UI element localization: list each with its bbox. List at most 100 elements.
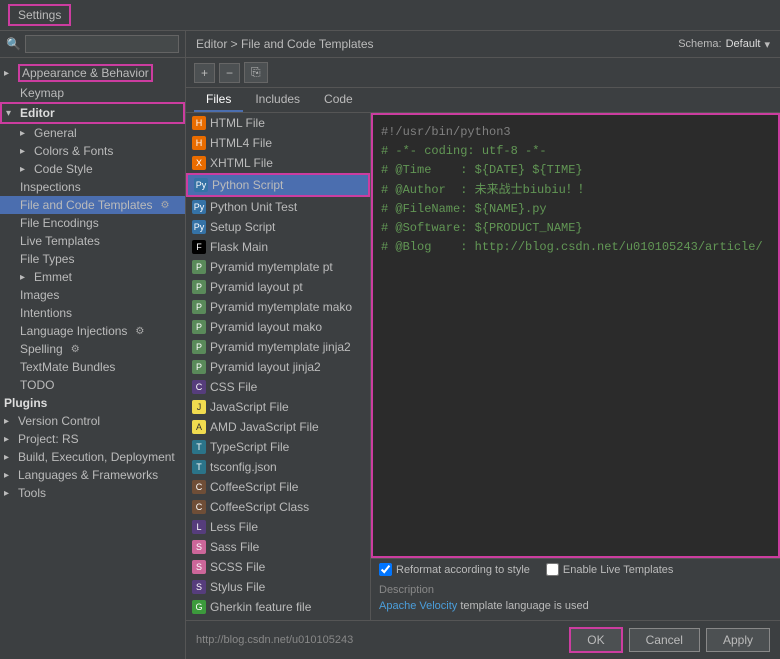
file-item-label: TypeScript File bbox=[210, 440, 289, 454]
file-list-item[interactable]: PyPython Unit Test bbox=[186, 197, 370, 217]
arrow-icon: ▸ bbox=[20, 272, 30, 283]
file-item-label: Pyramid layout jinja2 bbox=[210, 360, 321, 374]
sidebar-item-version-control[interactable]: ▸ Version Control bbox=[0, 412, 185, 430]
sidebar-item-label: Plugins bbox=[4, 396, 47, 410]
file-list-item[interactable]: FFlask Main bbox=[186, 237, 370, 257]
sidebar-item-label: Inspections bbox=[20, 180, 81, 194]
sidebar: 🔍 ▸ Appearance & Behavior Keymap ▾ Edito… bbox=[0, 31, 186, 659]
copy-template-button[interactable]: ⎘ bbox=[244, 62, 268, 83]
arrow-icon: ▸ bbox=[20, 146, 30, 157]
two-panel: HHTML FileHHTML4 FileXXHTML FilePyPython… bbox=[186, 113, 780, 620]
sidebar-item-spelling[interactable]: Spelling ⚙ bbox=[0, 340, 185, 358]
file-list-item[interactable]: PySetup Script bbox=[186, 217, 370, 237]
sidebar-item-language-injections[interactable]: Language Injections ⚙ bbox=[0, 322, 185, 340]
file-list-item[interactable]: SSass File bbox=[186, 537, 370, 557]
file-list-item[interactable]: CCSS File bbox=[186, 377, 370, 397]
file-list-item[interactable]: AAMD JavaScript File bbox=[186, 417, 370, 437]
code-editor[interactable]: #!/usr/bin/python3# -*- coding: utf-8 -*… bbox=[371, 113, 780, 558]
file-item-label: AMD JavaScript File bbox=[210, 420, 319, 434]
code-line: # -*- coding: utf-8 -*- bbox=[381, 142, 770, 161]
file-list-item[interactable]: PPyramid mytemplate jinja2 bbox=[186, 337, 370, 357]
sidebar-item-intentions[interactable]: Intentions bbox=[0, 304, 185, 322]
file-list-item[interactable]: P Pyramid layout jinja2 bbox=[186, 357, 370, 377]
sidebar-item-languages[interactable]: ▸ Languages & Frameworks bbox=[0, 466, 185, 484]
file-icon: C bbox=[192, 480, 206, 494]
cancel-button[interactable]: Cancel bbox=[629, 628, 700, 652]
file-list-item[interactable]: XXHTML File bbox=[186, 153, 370, 173]
file-list-item[interactable]: HHTML File bbox=[186, 113, 370, 133]
file-list-item[interactable]: Ttsconfig.json bbox=[186, 457, 370, 477]
sidebar-item-editor[interactable]: ▾ Editor bbox=[0, 102, 185, 124]
file-list-item[interactable]: PPyramid mytemplate mako bbox=[186, 297, 370, 317]
tab-includes[interactable]: Includes bbox=[243, 88, 312, 112]
sidebar-item-label: Build, Execution, Deployment bbox=[18, 450, 175, 464]
reformat-checkbox-label[interactable]: Reformat according to style bbox=[379, 563, 530, 576]
sidebar-item-tools[interactable]: ▸ Tools bbox=[0, 484, 185, 502]
sidebar-item-label: General bbox=[34, 126, 77, 140]
apache-velocity-link[interactable]: Apache Velocity bbox=[379, 600, 457, 612]
file-list-item[interactable]: JJavaScript File bbox=[186, 397, 370, 417]
file-item-label: CoffeeScript File bbox=[210, 480, 298, 494]
search-box: 🔍 bbox=[0, 31, 185, 58]
sidebar-item-code-style[interactable]: ▸ Code Style bbox=[0, 160, 185, 178]
file-list-item[interactable]: TTypeScript File bbox=[186, 437, 370, 457]
file-list-item[interactable]: GGherkin feature file bbox=[186, 597, 370, 617]
file-icon: S bbox=[192, 540, 206, 554]
enable-live-checkbox[interactable] bbox=[546, 563, 559, 576]
sidebar-item-emmet[interactable]: ▸ Emmet bbox=[0, 268, 185, 286]
file-icon: P bbox=[192, 320, 206, 334]
sidebar-item-general[interactable]: ▸ General bbox=[0, 124, 185, 142]
ok-button[interactable]: OK bbox=[569, 627, 622, 653]
file-item-label: CSS File bbox=[210, 380, 257, 394]
file-list-item[interactable]: SSCSS File bbox=[186, 557, 370, 577]
sidebar-item-file-encodings[interactable]: File Encodings bbox=[0, 214, 185, 232]
breadcrumb-text: Editor > File and Code Templates bbox=[196, 37, 374, 51]
schema-selector[interactable]: Schema: Default ▾ bbox=[678, 38, 770, 51]
sidebar-item-inspections[interactable]: Inspections bbox=[0, 178, 185, 196]
schema-dropdown-icon: ▾ bbox=[764, 38, 770, 51]
tabs-bar: Files Includes Code bbox=[186, 88, 780, 113]
file-list-item[interactable]: PyPython Script bbox=[186, 173, 370, 197]
arrow-icon: ▸ bbox=[4, 488, 14, 499]
add-template-button[interactable]: + bbox=[194, 63, 215, 83]
sidebar-item-live-templates[interactable]: Live Templates bbox=[0, 232, 185, 250]
file-icon: P bbox=[192, 360, 206, 374]
sidebar-item-label: Language Injections bbox=[20, 324, 127, 338]
file-icon: Py bbox=[194, 178, 208, 192]
tab-files[interactable]: Files bbox=[194, 88, 243, 112]
file-item-label: Setup Script bbox=[210, 220, 275, 234]
file-list-item[interactable]: CCoffeeScript Class bbox=[186, 497, 370, 517]
sidebar-item-file-types[interactable]: File Types bbox=[0, 250, 185, 268]
enable-live-checkbox-label[interactable]: Enable Live Templates bbox=[546, 563, 673, 576]
file-list-item[interactable]: PPyramid mytemplate pt bbox=[186, 257, 370, 277]
file-list-item[interactable]: LLess File bbox=[186, 517, 370, 537]
file-list-item[interactable]: PPyramid layout mako bbox=[186, 317, 370, 337]
sidebar-item-textmate[interactable]: TextMate Bundles bbox=[0, 358, 185, 376]
file-list-item[interactable]: C CoffeeScript File bbox=[186, 477, 370, 497]
remove-template-button[interactable]: − bbox=[219, 63, 240, 83]
file-list-item[interactable]: PPyramid layout pt bbox=[186, 277, 370, 297]
search-input[interactable] bbox=[25, 35, 179, 53]
content-header: Editor > File and Code Templates Schema:… bbox=[186, 31, 780, 58]
sidebar-item-project[interactable]: ▸ Project: RS bbox=[0, 430, 185, 448]
reformat-checkbox[interactable] bbox=[379, 563, 392, 576]
sidebar-item-plugins[interactable]: Plugins bbox=[0, 394, 185, 412]
tab-code[interactable]: Code bbox=[312, 88, 365, 112]
apply-button[interactable]: Apply bbox=[706, 628, 770, 652]
sidebar-item-colors-fonts[interactable]: ▸ Colors & Fonts bbox=[0, 142, 185, 160]
sidebar-item-images[interactable]: Images bbox=[0, 286, 185, 304]
sidebar-item-keymap[interactable]: Keymap bbox=[0, 84, 185, 102]
arrow-icon: ▾ bbox=[6, 108, 16, 119]
file-list-item[interactable]: HHTML4 File bbox=[186, 133, 370, 153]
arrow-icon: ▸ bbox=[4, 434, 14, 445]
sidebar-item-todo[interactable]: TODO bbox=[0, 376, 185, 394]
description-rest: template language is used bbox=[457, 600, 588, 612]
sidebar-item-build[interactable]: ▸ Build, Execution, Deployment bbox=[0, 448, 185, 466]
arrow-icon: ▸ bbox=[20, 128, 30, 139]
sidebar-item-appearance[interactable]: ▸ Appearance & Behavior bbox=[0, 62, 185, 84]
file-item-label: Python Unit Test bbox=[210, 200, 297, 214]
file-list-item[interactable]: SStylus File bbox=[186, 577, 370, 597]
sidebar-item-label: Emmet bbox=[34, 270, 72, 284]
sidebar-item-label: Editor bbox=[20, 106, 55, 120]
sidebar-item-file-code-templates[interactable]: File and Code Templates ⚙ bbox=[0, 196, 185, 214]
